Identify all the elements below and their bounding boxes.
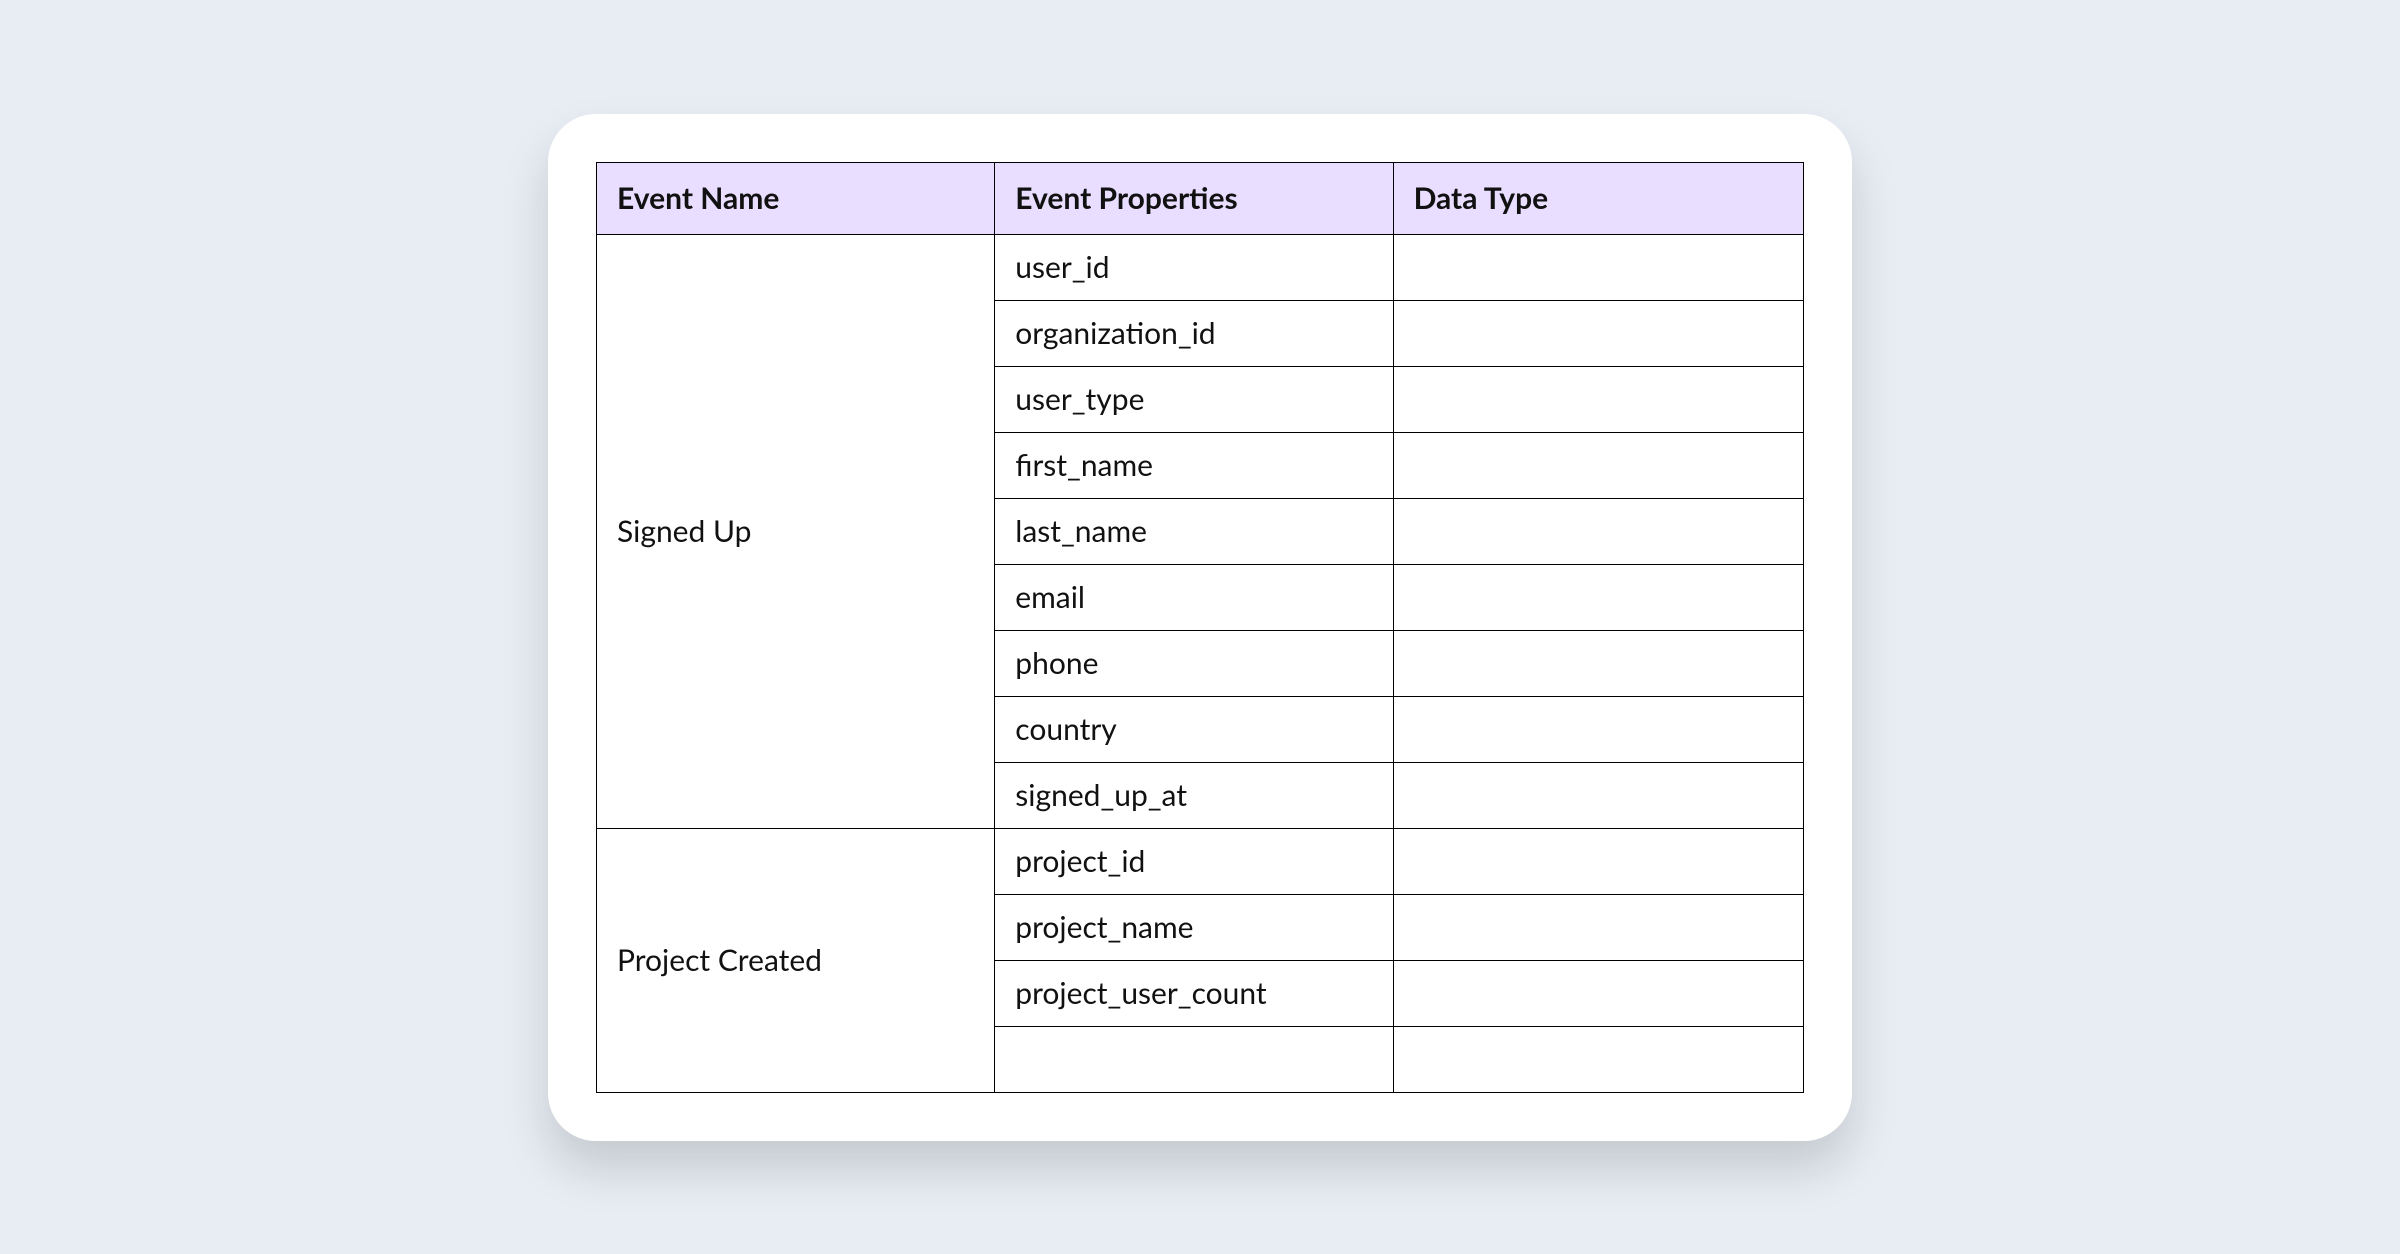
header-event-name: Event Name — [597, 162, 995, 234]
event-name-cell: Signed Up — [597, 234, 995, 828]
datatype-cell — [1393, 366, 1803, 432]
property-cell: signed_up_at — [995, 762, 1393, 828]
events-table: Event Name Event Properties Data Type Si… — [596, 162, 1804, 1093]
datatype-cell — [1393, 498, 1803, 564]
datatype-cell — [1393, 696, 1803, 762]
table-header-row: Event Name Event Properties Data Type — [597, 162, 1804, 234]
datatype-cell — [1393, 432, 1803, 498]
table-row: Project Created project_id — [597, 828, 1804, 894]
header-event-properties: Event Properties — [995, 162, 1393, 234]
property-cell: email — [995, 564, 1393, 630]
property-cell — [995, 1026, 1393, 1092]
datatype-cell — [1393, 234, 1803, 300]
property-cell: last_name — [995, 498, 1393, 564]
event-name-cell: Project Created — [597, 828, 995, 1092]
datatype-cell — [1393, 960, 1803, 1026]
datatype-cell — [1393, 1026, 1803, 1092]
datatype-cell — [1393, 828, 1803, 894]
property-cell: user_type — [995, 366, 1393, 432]
datatype-cell — [1393, 300, 1803, 366]
datatype-cell — [1393, 630, 1803, 696]
table-card: Event Name Event Properties Data Type Si… — [548, 114, 1852, 1141]
table-row: Signed Up user_id — [597, 234, 1804, 300]
property-cell: organization_id — [995, 300, 1393, 366]
datatype-cell — [1393, 762, 1803, 828]
datatype-cell — [1393, 894, 1803, 960]
property-cell: project_user_count — [995, 960, 1393, 1026]
property-cell: country — [995, 696, 1393, 762]
header-data-type: Data Type — [1393, 162, 1803, 234]
property-cell: user_id — [995, 234, 1393, 300]
property-cell: first_name — [995, 432, 1393, 498]
property-cell: project_name — [995, 894, 1393, 960]
datatype-cell — [1393, 564, 1803, 630]
property-cell: phone — [995, 630, 1393, 696]
property-cell: project_id — [995, 828, 1393, 894]
